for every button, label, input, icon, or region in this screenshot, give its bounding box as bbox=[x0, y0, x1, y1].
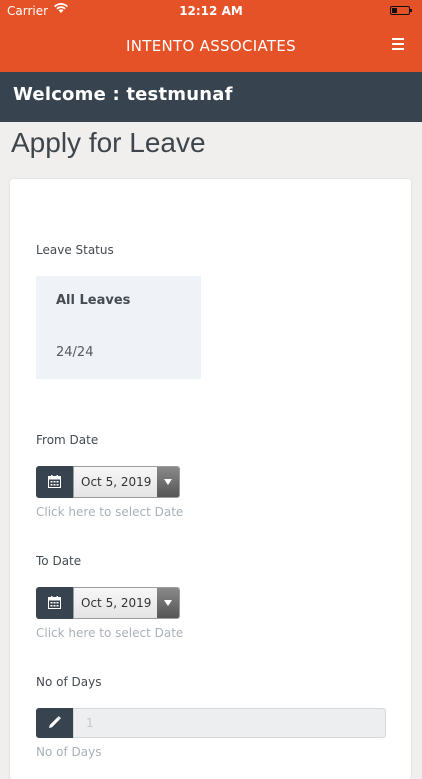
leave-type-name: All Leaves bbox=[56, 293, 131, 308]
leave-form-card: Leave Status All Leaves 24/24 From Date … bbox=[10, 179, 411, 779]
to-date-select[interactable]: Oct 5, 2019 bbox=[73, 587, 180, 619]
no-of-days-label: No of Days bbox=[36, 675, 102, 689]
no-of-days-hint: No of Days bbox=[36, 745, 102, 759]
welcome-bar: Welcome : testmunaf bbox=[0, 72, 422, 122]
to-date-value: Oct 5, 2019 bbox=[81, 596, 152, 610]
hamburger-menu-icon[interactable] bbox=[392, 38, 404, 50]
edit-button bbox=[36, 708, 73, 738]
app-title: INTENTO ASSOCIATES bbox=[126, 37, 296, 55]
pencil-icon bbox=[49, 716, 61, 728]
app-header: INTENTO ASSOCIATES bbox=[0, 22, 422, 72]
status-time: 12:12 AM bbox=[179, 4, 243, 18]
no-of-days-input[interactable]: 1 bbox=[73, 708, 386, 738]
from-date-hint[interactable]: Click here to select Date bbox=[36, 505, 183, 519]
leave-status-label: Leave Status bbox=[36, 243, 114, 257]
leave-count: 24/24 bbox=[56, 345, 94, 360]
calendar-icon bbox=[48, 596, 61, 609]
to-date-label: To Date bbox=[36, 554, 82, 568]
welcome-text: Welcome : testmunaf bbox=[13, 84, 233, 105]
no-of-days-value: 1 bbox=[86, 716, 94, 730]
page-title: Apply for Leave bbox=[11, 127, 206, 158]
leave-status-box: All Leaves 24/24 bbox=[36, 276, 201, 379]
no-of-days-field: 1 bbox=[36, 708, 386, 738]
from-date-select[interactable]: Oct 5, 2019 bbox=[73, 466, 180, 498]
battery-icon bbox=[390, 6, 412, 15]
calendar-icon bbox=[48, 475, 61, 488]
to-date-picker: Oct 5, 2019 bbox=[36, 587, 181, 619]
status-bar: Carrier 12:12 AM bbox=[0, 0, 422, 22]
dropdown-arrow-icon bbox=[157, 588, 179, 618]
from-date-label: From Date bbox=[36, 433, 99, 447]
dropdown-arrow-icon bbox=[157, 467, 179, 497]
from-date-calendar-button[interactable] bbox=[36, 466, 73, 498]
from-date-picker: Oct 5, 2019 bbox=[36, 466, 181, 498]
from-date-value: Oct 5, 2019 bbox=[81, 475, 152, 489]
to-date-calendar-button[interactable] bbox=[36, 587, 73, 619]
to-date-hint[interactable]: Click here to select Date bbox=[36, 626, 183, 640]
